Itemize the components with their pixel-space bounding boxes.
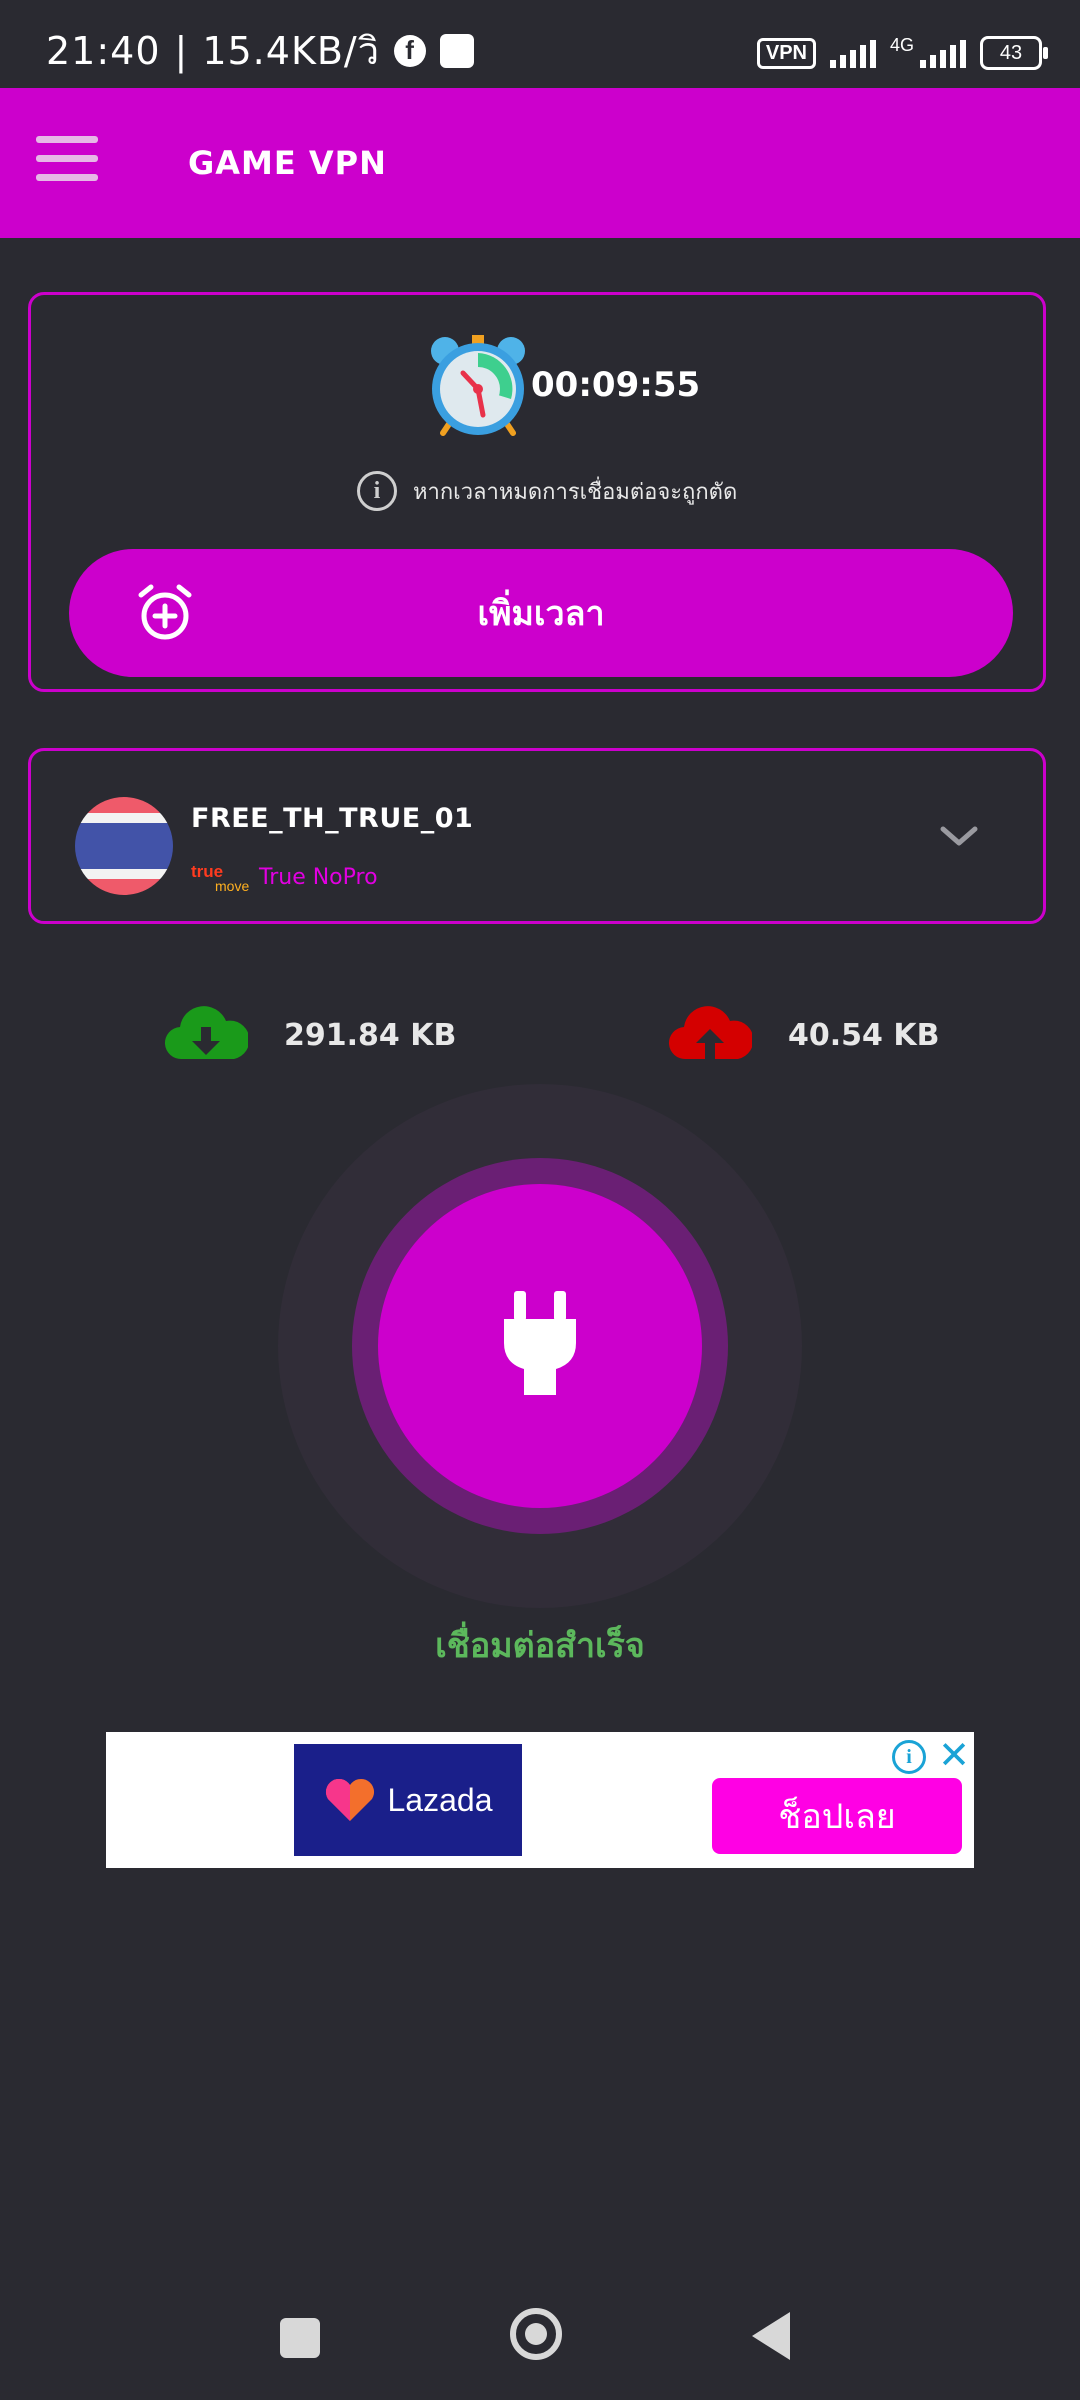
ad-brand: Lazada [387,1781,493,1818]
app-bar: GAME VPN [0,88,1080,238]
timer-info-text: หากเวลาหมดการเชื่อมต่อจะถูกตัด [413,479,738,505]
status-speed: 15.4KB/วิ [202,29,381,73]
info-icon: i [357,471,397,511]
hamburger-icon[interactable] [36,136,98,184]
alarm-clock-icon [423,329,533,439]
signal-icon [829,38,876,68]
truemove-logo: true move [191,862,250,894]
connect-button[interactable] [378,1184,702,1508]
back-icon[interactable] [752,2312,790,2360]
add-time-label: เพิ่มเวลา [477,594,605,634]
connection-status: เชื่อมต่อสำเร็จ [435,1626,645,1666]
thailand-flag-icon [75,797,173,895]
ad-close-icon[interactable]: ✕ [936,1736,972,1776]
upload-stat: 40.54 KB [668,1000,939,1070]
cloud-download-icon [164,1005,250,1065]
lazada-logo[interactable]: Lazada [294,1744,522,1856]
upload-value: 40.54 KB [788,1017,940,1053]
cloud-upload-icon [668,1005,754,1065]
recent-apps-icon[interactable] [280,2318,320,2358]
status-time: 21:40 [46,28,161,73]
ad-banner[interactable]: Lazada ช็อปเลย i ✕ [106,1732,974,1868]
server-provider: True NoPro [259,865,378,890]
ad-info-icon[interactable]: i [892,1740,926,1774]
status-bar: 21:40 | 15.4KB/วิ f VPN 4G 43 [0,0,1080,88]
download-value: 291.84 KB [284,1017,457,1053]
notification-icon [440,33,475,68]
system-nav-bar [0,2280,1080,2400]
status-left: 21:40 | 15.4KB/วิ f [46,20,475,81]
shop-now-button[interactable]: ช็อปเลย [712,1778,962,1854]
home-icon[interactable] [510,2308,562,2360]
status-separator: | [174,28,189,73]
plug-icon [500,1291,580,1401]
add-time-button[interactable]: เพิ่มเวลา [69,549,1013,677]
app-title: GAME VPN [188,144,387,182]
server-selector[interactable]: FREE_TH_TRUE_01 true move True NoPro [28,748,1046,924]
network-type: 4G [889,35,914,55]
signal-icon-2 [920,38,966,68]
timer-countdown: 00:09:55 [531,365,701,405]
download-stat: 291.84 KB [164,1000,456,1070]
timer-card: 00:09:55 i หากเวลาหมดการเชื่อมต่อจะถูกตั… [28,292,1046,692]
chevron-down-icon[interactable] [939,821,979,851]
server-name: FREE_TH_TRUE_01 [191,803,474,834]
vpn-status-icon: VPN [756,37,816,69]
battery-icon: 43 [980,36,1048,70]
timer-info: i หากเวลาหมดการเชื่อมต่อจะถูกตัด [357,471,737,511]
facebook-icon: f [394,34,427,67]
status-right: VPN 4G 43 [756,35,1048,70]
lazada-heart-icon [325,1778,374,1821]
alarm-add-icon [135,583,195,643]
